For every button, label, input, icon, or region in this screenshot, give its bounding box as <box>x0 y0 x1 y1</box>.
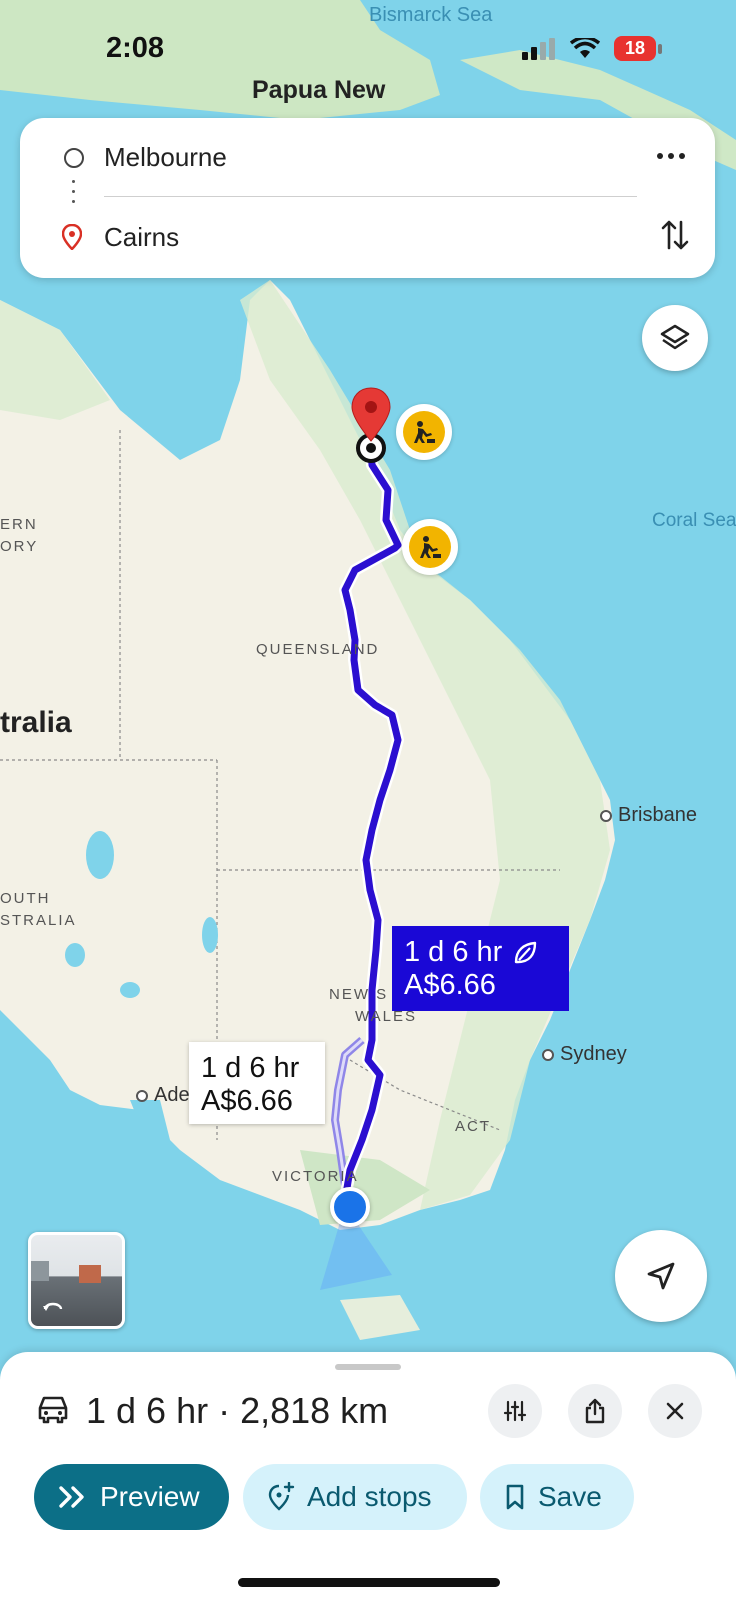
map-label-bismarck-sea: Bismarck Sea <box>369 4 493 26</box>
location-dot-icon <box>330 1187 370 1227</box>
status-icons: 18 <box>522 36 662 61</box>
roadwork-icon <box>420 536 441 558</box>
eco-leaf-icon <box>515 941 537 963</box>
map-label-south-australia-1: OUTH <box>0 890 51 907</box>
map-label-australia: tralia <box>0 706 72 739</box>
primary-route-label[interactable]: 1 d 6 hr A$6.66 <box>392 926 569 1011</box>
search-origin-icon <box>64 148 84 168</box>
map-label-nsw-1: NEW S <box>329 986 389 1003</box>
roadwork-icon <box>414 421 435 443</box>
destination-field[interactable]: Cairns <box>104 222 179 253</box>
share-button[interactable] <box>568 1384 622 1438</box>
alternative-route-cost: A$6.66 <box>201 1085 293 1117</box>
search-divider <box>104 196 637 197</box>
roadwork-alert-1[interactable] <box>396 404 452 460</box>
directions-search-card: Melbourne Cairns <box>20 118 715 278</box>
map-label-south-australia-2: STRALIA <box>0 912 77 929</box>
roadwork-alert-2[interactable] <box>402 519 458 575</box>
map-label-act: ACT <box>455 1118 491 1135</box>
battery-tip <box>658 43 662 54</box>
close-button[interactable] <box>648 1384 702 1438</box>
origin-field[interactable]: Melbourne <box>104 142 227 173</box>
route-summary: 1 d 6 hr · 2,818 km <box>86 1390 389 1431</box>
map-city-adelaide[interactable]: Ade <box>136 1084 190 1107</box>
preview-label: Preview <box>100 1481 200 1512</box>
save-button[interactable]: Save <box>480 1464 634 1530</box>
layers-button[interactable] <box>642 305 708 371</box>
sheet-grabber[interactable] <box>335 1364 401 1370</box>
map-label-coral-sea: Coral Sea <box>652 510 736 531</box>
route-options-icon <box>503 1400 527 1422</box>
swap-icon[interactable] <box>661 218 689 252</box>
primary-route-cost: A$6.66 <box>404 969 496 1001</box>
cellular-signal-icon <box>522 37 555 60</box>
street-view-bus <box>79 1265 101 1283</box>
recenter-button[interactable] <box>615 1230 707 1322</box>
close-icon <box>666 1402 684 1420</box>
status-time: 2:08 <box>106 32 165 64</box>
route-options-button[interactable] <box>488 1384 542 1438</box>
map-city-brisbane[interactable]: Brisbane <box>600 804 697 827</box>
recenter-icon <box>647 1262 675 1290</box>
layers-icon <box>660 324 690 350</box>
destination-pin-icon <box>62 224 82 250</box>
home-indicator[interactable] <box>238 1578 500 1587</box>
more-icon[interactable] <box>651 142 691 170</box>
street-view-thumbnail[interactable] <box>28 1232 125 1329</box>
route-connector-dots <box>72 180 75 210</box>
route-bottom-sheet: 1 d 6 hr · 2,818 km Preview Add stops Sa… <box>0 1352 736 1600</box>
street-view-building <box>31 1261 49 1281</box>
preview-icon <box>59 1486 84 1508</box>
destination-marker[interactable] <box>346 386 396 466</box>
map-label-northern-territory-2: ORY <box>0 538 39 555</box>
wifi-icon <box>570 37 600 58</box>
add-stops-label: Add stops <box>307 1481 432 1512</box>
alternative-route-label[interactable]: 1 d 6 hr A$6.66 <box>189 1042 325 1124</box>
map-label-queensland: QUEENSLAND <box>256 641 380 658</box>
battery-indicator: 18 <box>614 36 656 61</box>
map-city-sydney[interactable]: Sydney <box>542 1043 627 1066</box>
alternative-route-duration: 1 d 6 hr <box>201 1052 300 1084</box>
car-icon <box>38 1396 68 1424</box>
preview-button[interactable]: Preview <box>34 1464 229 1530</box>
bookmark-icon <box>506 1484 524 1510</box>
save-label: Save <box>538 1481 602 1512</box>
street-view-rotate-icon <box>43 1302 63 1311</box>
primary-route-duration: 1 d 6 hr <box>404 936 503 968</box>
map-label-victoria: VICTORIA <box>272 1168 359 1185</box>
map-label-northern-territory-1: ERN <box>0 516 38 533</box>
add-stop-icon <box>268 1482 295 1511</box>
add-stops-button[interactable]: Add stops <box>243 1464 467 1530</box>
map-label-papua-new-guinea: Papua New <box>252 76 386 104</box>
share-icon <box>585 1398 605 1424</box>
